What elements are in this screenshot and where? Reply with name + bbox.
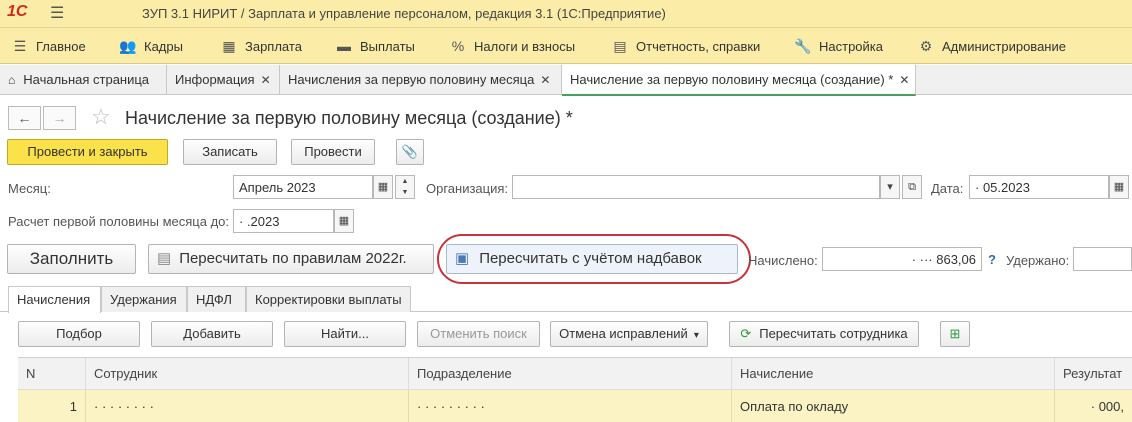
attach-button[interactable]: 📎 [396,139,424,165]
date-field[interactable]: · 05.2023 [969,175,1109,199]
wrench-icon: 🔧 [794,38,812,54]
column-header[interactable]: Результат [1055,358,1132,390]
column-header[interactable]: Сотрудник [86,358,409,390]
menu-item-salary[interactable]: ▦ Зарплата [219,38,302,55]
document-subtabs: Начисления Удержания НДФЛ Корректировки … [0,286,1132,313]
main-menu-bar: ☰ Главное 👥 Кадры ▦ Зарплата ▬ Выплаты % Нало… [0,28,1132,64]
org-label: Организация: [426,181,509,196]
subtab-accruals[interactable]: Начисления [8,286,101,313]
recalc-by-rules-button[interactable]: ▤ Пересчитать по правилам 2022г. [148,244,434,274]
calc-until-field[interactable]: · .2023 [233,209,334,233]
cancel-fixes-button[interactable]: Отмена исправлений ▾ [550,321,708,347]
recalc-with-bonuses-button[interactable]: ▣ Пересчитать с учётом надбавок [446,244,738,274]
find-button[interactable]: Найти... [284,321,406,347]
table-cell-n[interactable]: 1 [18,390,86,422]
close-icon[interactable]: ✕ [261,73,271,87]
table-cell-result[interactable]: · 000, [1055,390,1132,422]
help-icon[interactable]: ? [988,252,996,267]
accrued-total-field: · ··· 863,06 [822,247,982,271]
close-icon[interactable]: ✕ [899,73,909,87]
people-icon: 👥 [119,38,137,54]
accruals-table: N Сотрудник Подразделение Начисление Рез… [18,357,1132,422]
chevron-down-icon: ▾ [693,330,699,341]
month-spinner[interactable]: ▲ ▼ [395,175,415,199]
menu-item-main[interactable]: ☰ Главное [10,38,86,55]
table-settings-button[interactable]: ⊞ [940,321,970,347]
menu-icon: ☰ [13,38,27,54]
organization-field[interactable] [512,175,880,199]
table-cell-department[interactable]: · · · · · · · · · [409,390,732,422]
post-button[interactable]: Провести [291,139,375,165]
recalc-employee-button[interactable]: ⟳ Пересчитать сотрудника [729,321,919,347]
menu-item-hr[interactable]: 👥 Кадры [118,38,183,55]
accrued-label: Начислено: [748,253,818,268]
gear-icon: ⚙ [919,38,933,54]
calendar-icon[interactable]: ▦ [334,209,354,233]
save-button[interactable]: Записать [183,139,277,165]
app-title: ЗУП 3.1 НИРИТ / Зарплата и управление пе… [142,6,666,21]
tab-accruals-list[interactable]: Начисления за первую половину месяца ✕ [280,65,562,95]
tab-home[interactable]: ⌂ Начальная страница [0,65,167,95]
fill-button[interactable]: Заполнить [7,244,136,274]
column-header[interactable]: N [18,358,86,390]
hamburger-menu-icon[interactable]: ☰ [50,3,64,23]
calc-until-label: Расчет первой половины месяца до: [8,214,229,229]
month-field[interactable]: Апрель 2023 [233,175,373,199]
column-header[interactable]: Начисление [732,358,1055,390]
open-organization-icon[interactable]: ⧉ [902,175,922,199]
favorite-star-icon[interactable]: ☆ [91,104,111,130]
document-title: Начисление за первую половину месяца (со… [125,108,573,128]
tab-accrual-create[interactable]: Начисление за первую половину месяца (со… [562,65,916,96]
title-bar: 1С ☰ ЗУП 3.1 НИРИТ / Зарплата и управлен… [0,0,1132,28]
arrow-left-icon: ← [17,110,32,126]
subtab-ndfl[interactable]: НДФЛ [187,286,246,312]
grid-add-icon: ⊞ [949,326,961,341]
open-tabs-bar: ⌂ Начальная страница Информация ✕ Начислен… [0,65,1132,96]
back-button[interactable]: ← [8,106,41,130]
arrow-right-icon: → [52,110,67,126]
refresh-icon: ⟳ [740,326,752,341]
table-cell-employee[interactable]: · · · · · · · · [86,390,409,422]
report-icon: ▤ [613,38,627,54]
paperclip-icon: 📎 [401,144,419,159]
wallet-icon: ▬ [337,38,351,54]
recalc-icon: ▤ [157,250,172,267]
date-label: Дата: [931,181,964,196]
employee-icon: ▣ [455,250,470,267]
percent-icon: % [451,38,465,54]
pick-button[interactable]: Подбор [18,321,140,347]
subtab-deductions[interactable]: Удержания [101,286,187,312]
menu-item-admin[interactable]: ⚙ Администрирование [916,38,1066,55]
menu-item-settings[interactable]: 🔧 Настройка [793,38,883,55]
home-icon: ⌂ [8,73,16,87]
tab-info[interactable]: Информация ✕ [167,65,280,95]
table-cell-accrual[interactable]: Оплата по окладу [732,390,1055,422]
close-icon[interactable]: ✕ [540,73,550,87]
post-and-close-button[interactable]: Провести и закрыть [7,139,168,165]
withheld-total-field [1073,247,1132,271]
dropdown-icon[interactable]: ▾ [880,175,900,199]
add-button[interactable]: Добавить [151,321,273,347]
month-label: Месяц: [8,181,51,196]
menu-item-payments[interactable]: ▬ Выплаты [334,38,415,54]
withheld-label: Удержано: [1006,253,1070,268]
menu-item-taxes[interactable]: % Налоги и взносы [448,38,575,54]
subtab-payment-corrections[interactable]: Корректировки выплаты [246,286,411,312]
calendar-icon[interactable]: ▦ [373,175,393,199]
forward-button[interactable]: → [43,106,76,130]
column-header[interactable]: Подразделение [409,358,732,390]
cancel-search-button[interactable]: Отменить поиск [417,321,540,347]
calendar-icon[interactable]: ▦ [1109,175,1129,199]
menu-item-reports[interactable]: ▤ Отчетность, справки [610,38,760,55]
app-logo: 1С [7,3,28,20]
calculator-icon: ▦ [222,38,236,54]
